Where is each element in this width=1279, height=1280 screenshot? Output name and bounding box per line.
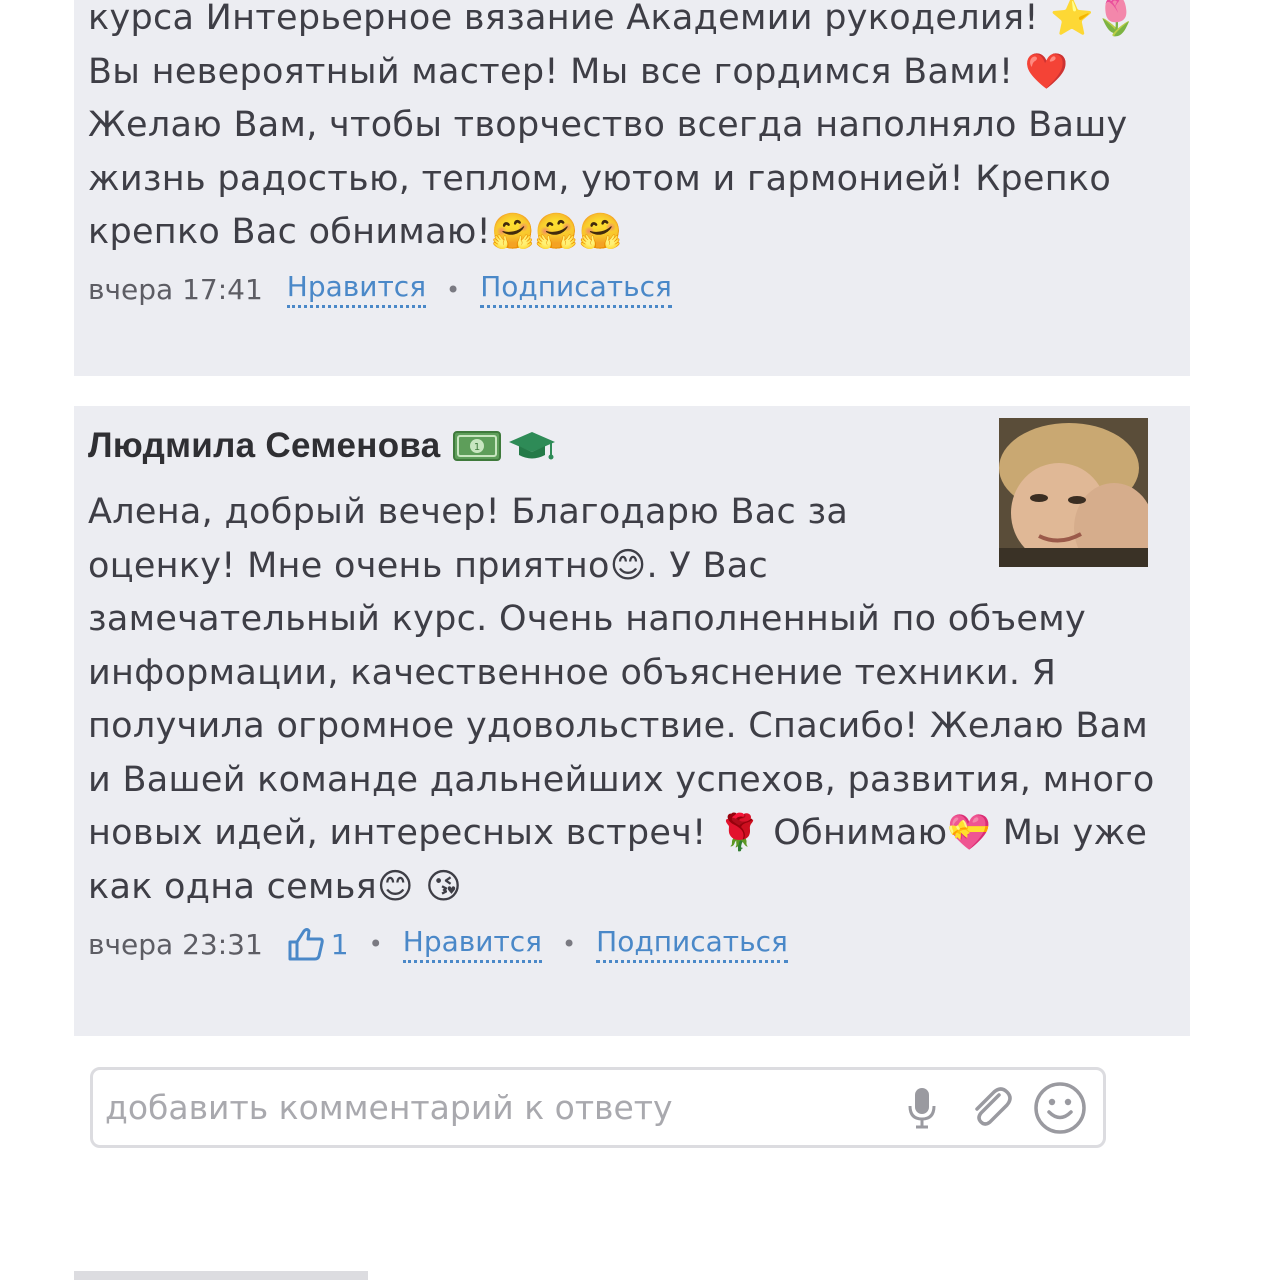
- separator-dot: •: [446, 275, 461, 304]
- subscribe-link[interactable]: Подписаться: [480, 271, 672, 308]
- comment-line: Желаю Вам, чтобы творчество всегда напол…: [88, 105, 1128, 145]
- like-count-button[interactable]: 1: [287, 927, 349, 961]
- paperclip-icon[interactable]: [963, 1079, 1021, 1137]
- comment-time: вчера 17:41: [88, 273, 263, 306]
- graduation-cap-icon: [508, 432, 555, 460]
- avatar[interactable]: [999, 418, 1148, 567]
- comment-input[interactable]: [93, 1072, 893, 1143]
- microphone-icon[interactable]: [893, 1079, 951, 1137]
- like-count: 1: [330, 927, 349, 961]
- comment-card: курса Интерьерное вязание Академии рукод…: [74, 0, 1190, 376]
- svg-text:1: 1: [473, 442, 479, 453]
- reply-line: оценку! Мне очень приятно😊. У Вас: [88, 545, 769, 586]
- reply-line: Алена, добрый вечер! Благодарю Вас за: [88, 492, 849, 532]
- subscribe-link[interactable]: Подписаться: [596, 925, 788, 963]
- comment-box: [90, 1067, 1106, 1148]
- reply-line: как одна семья😊 😘: [88, 866, 462, 907]
- comment-line: крепко Вас обнимаю!🤗🤗🤗: [88, 212, 623, 252]
- page: курса Интерьерное вязание Академии рукод…: [0, 0, 1279, 1280]
- reply-line: и Вашей команде дальнейших успехов, разв…: [88, 759, 1155, 800]
- author-badges: 1: [452, 428, 557, 464]
- thumbs-up-icon: [288, 928, 324, 961]
- separator-dot: •: [368, 930, 383, 958]
- comment-line: жизнь радостью, теплом, уютом и гармоние…: [88, 158, 1112, 199]
- reply-line: получила огромное удовольствие. Спасибо!…: [88, 706, 1149, 746]
- smiley-icon[interactable]: [1031, 1079, 1089, 1137]
- comment-meta: вчера 17:41 Нравится • Подписаться: [88, 260, 1176, 320]
- bottom-scroll-bar: [74, 1271, 368, 1280]
- avatar-photo: [999, 418, 1148, 567]
- comment-text: курса Интерьерное вязание Академии рукод…: [88, 0, 1176, 260]
- reply-meta: вчера 23:31 1 • Нравится • Подписаться: [88, 914, 1176, 974]
- separator-dot: •: [562, 930, 577, 958]
- money-badge-icon: 1: [452, 431, 501, 461]
- reply-time: вчера 23:31: [88, 927, 263, 961]
- like-link[interactable]: Нравится: [286, 271, 427, 308]
- reply-card: Людмила Семенова 1 Алена, добрый вечер! …: [74, 406, 1190, 1036]
- like-link[interactable]: Нравится: [402, 925, 543, 963]
- reply-line: информации, качественное объяснение техн…: [88, 652, 1057, 693]
- author-name[interactable]: Людмила Семенова: [88, 426, 441, 466]
- comment-line: курса Интерьерное вязание Академии рукод…: [88, 0, 1138, 38]
- reply-line: новых идей, интересных встреч! 🌹 Обнимаю…: [88, 813, 1148, 853]
- reply-line: замечательный курс. Очень наполненный по…: [88, 599, 1086, 639]
- comment-line: Вы невероятный мастер! Мы все гордимся В…: [88, 51, 1069, 92]
